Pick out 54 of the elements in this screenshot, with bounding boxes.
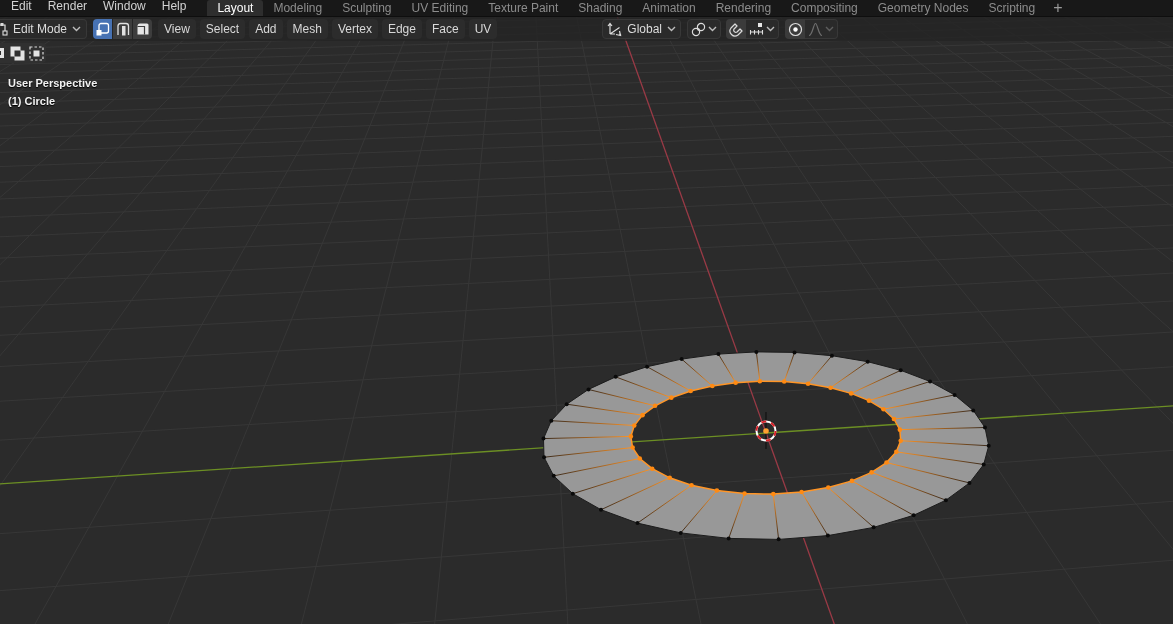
chevron-down-icon (708, 26, 717, 32)
select-mode-button[interactable] (113, 19, 133, 39)
workspace-tab[interactable]: Rendering (705, 0, 782, 16)
circle-dot-icon (787, 21, 803, 37)
view-name: User Perspective (8, 77, 98, 90)
menu-button[interactable]: Add (249, 19, 283, 39)
dashed-square-icon[interactable] (29, 45, 44, 61)
proportional-toggle[interactable] (785, 19, 805, 39)
menu-item[interactable]: Help (153, 0, 195, 13)
select-mode-button[interactable] (93, 19, 113, 39)
linked-circles-icon (691, 21, 706, 37)
menu-button[interactable]: UV (468, 19, 498, 39)
workspace-tab[interactable]: Geometry Nodes (867, 0, 979, 16)
chevron-down-icon (72, 26, 82, 32)
vertex-select-icon (95, 22, 110, 36)
menu-button[interactable]: Vertex (331, 19, 378, 39)
chevron-down-icon (825, 26, 834, 32)
chevron-down-icon (766, 26, 775, 32)
overlap-squares-icon[interactable] (10, 45, 25, 61)
magnet-icon (728, 21, 744, 37)
increment-ruler-icon (749, 21, 764, 37)
edge-select-icon (115, 22, 130, 36)
cursor-target-icon (755, 411, 777, 450)
menu-button[interactable]: Edge (381, 19, 422, 39)
pivot-dropdown[interactable] (687, 19, 721, 39)
falloff-curve-icon (808, 21, 823, 37)
workspace-tab[interactable]: Modeling (263, 0, 333, 16)
workspace-tab[interactable]: Compositing (781, 0, 868, 16)
mode-dropdown[interactable]: Edit Mode (0, 19, 88, 39)
transform-axes-icon (607, 21, 623, 37)
menu-button[interactable]: Mesh (286, 19, 328, 39)
workspace-tab[interactable]: UV Editing (401, 0, 479, 16)
add-workspace-button[interactable]: + (1045, 0, 1071, 16)
object-label: (1) Circle (8, 95, 56, 108)
select-mode-button[interactable] (133, 19, 153, 39)
menu-item[interactable]: Edit (3, 0, 40, 13)
menu-item[interactable]: Window (95, 0, 154, 13)
workspace-tab[interactable]: Animation (632, 0, 706, 16)
workspace-tab[interactable]: Scripting (978, 0, 1046, 16)
origin-dot-icon (763, 428, 769, 434)
workspace-tab[interactable]: Sculpting (332, 0, 402, 16)
workspace-tab[interactable]: Shading (568, 0, 633, 16)
menu-button[interactable]: Select (199, 19, 246, 39)
mesh-vertices-icon (0, 22, 8, 36)
menu-button[interactable]: Face (425, 19, 465, 39)
snap-toggle[interactable] (726, 19, 746, 39)
menu-button[interactable]: View (158, 19, 196, 39)
orientation-dropdown[interactable]: Global (602, 19, 681, 39)
chevron-down-icon (667, 26, 676, 32)
workspace-tab[interactable]: Texture Paint (478, 0, 569, 16)
menu-item[interactable]: Render (39, 0, 96, 13)
snap-target-dropdown[interactable] (746, 19, 779, 39)
face-select-icon (135, 22, 150, 36)
workspace-tab[interactable]: Layout (207, 0, 264, 16)
